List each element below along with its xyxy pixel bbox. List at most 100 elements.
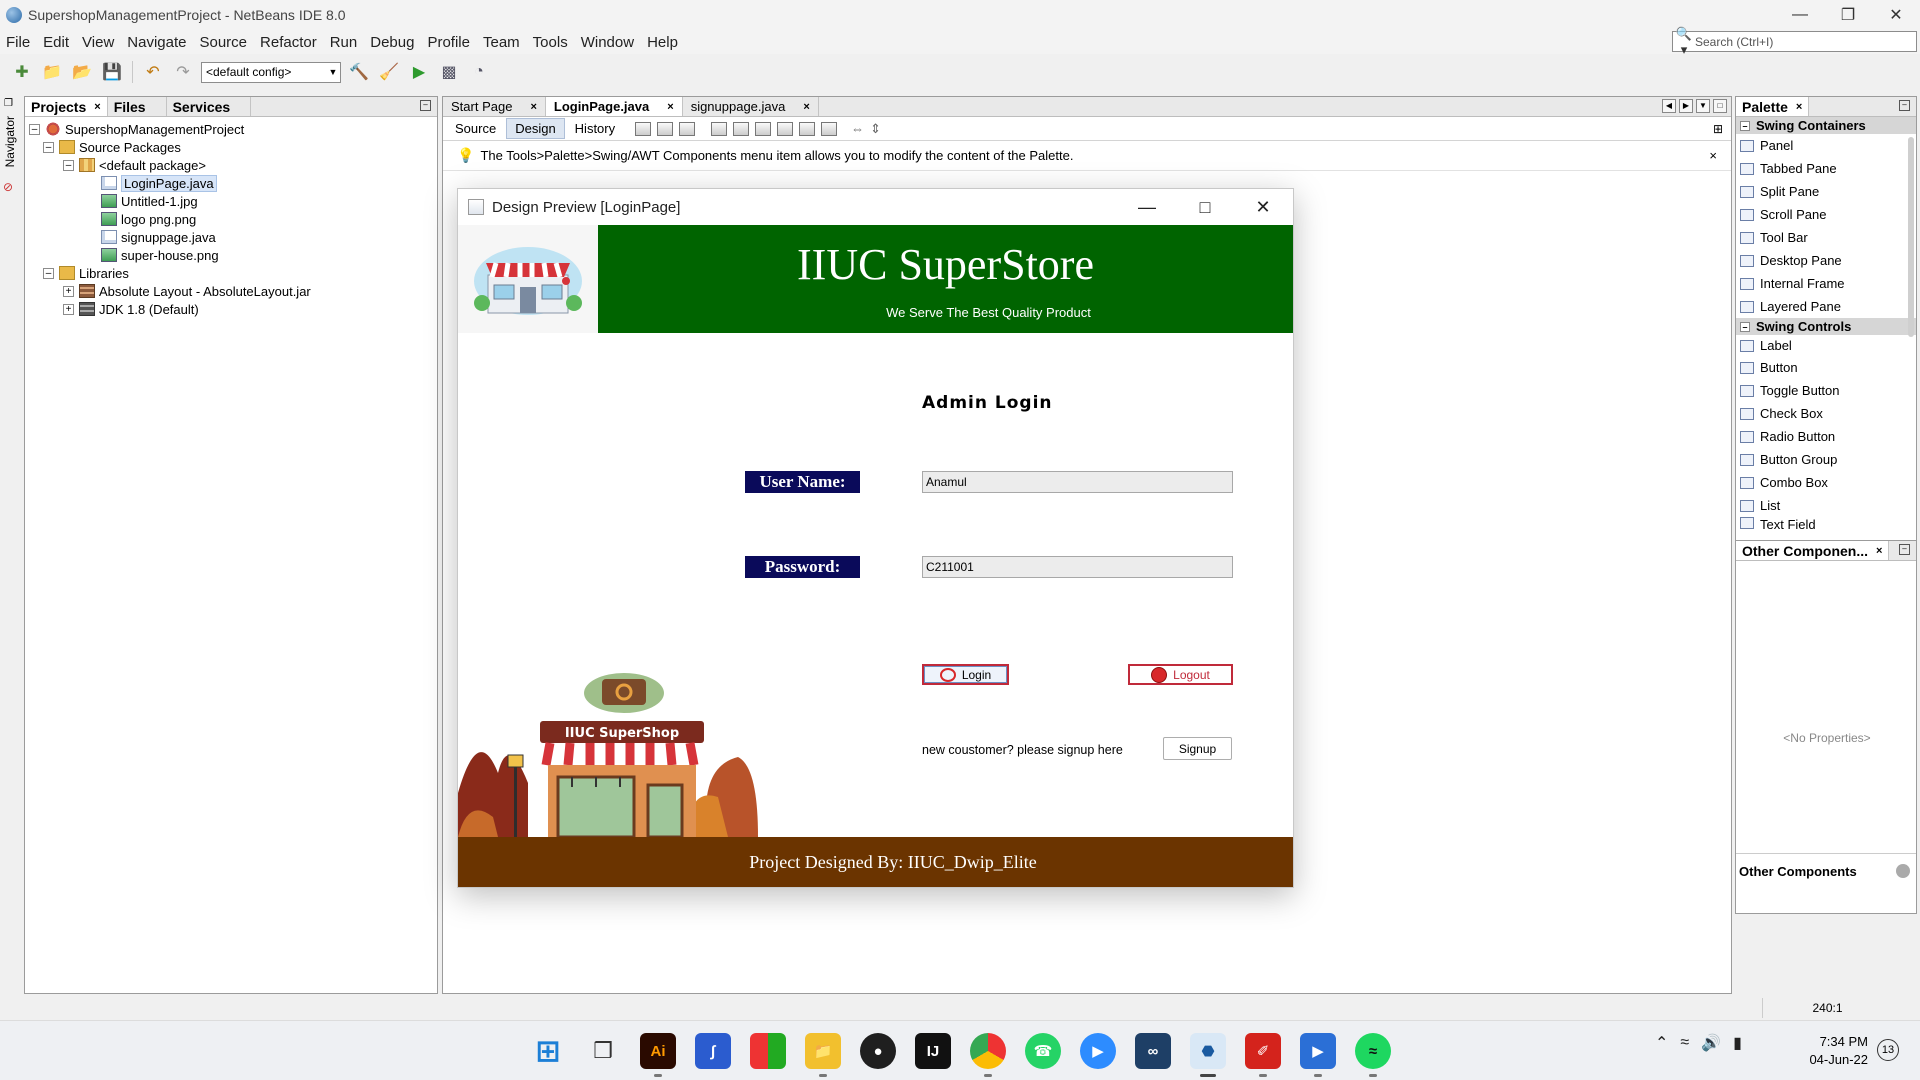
new-project-icon[interactable]: 📁 — [40, 60, 64, 84]
tree-node-untitled[interactable]: Untitled-1.jpg — [25, 192, 437, 210]
tab-history[interactable]: History — [567, 119, 623, 138]
palette-item-combo-box[interactable]: Combo Box — [1736, 471, 1916, 494]
center-vertically-icon[interactable] — [821, 121, 838, 136]
file-explorer-icon[interactable]: 📁 — [805, 1033, 841, 1077]
menu-navigate[interactable]: Navigate — [121, 34, 193, 51]
wifi-icon[interactable]: ≈ — [1680, 1034, 1689, 1052]
preview-design-icon[interactable] — [679, 121, 696, 136]
tree-node-loginpage[interactable]: LoginPage.java — [25, 174, 437, 192]
show-documents-icon[interactable]: ▼ — [1696, 99, 1710, 113]
connection-mode-icon[interactable] — [657, 121, 674, 136]
palette-item-label[interactable]: Label — [1736, 335, 1916, 356]
palette-item-tool-bar[interactable]: Tool Bar — [1736, 226, 1916, 249]
collapse-icon[interactable]: – — [63, 159, 74, 171]
tree-node-source-packages[interactable]: – Source Packages — [25, 138, 437, 156]
palette-item-split-pane[interactable]: Split Pane — [1736, 180, 1916, 203]
close-icon[interactable]: × — [94, 101, 100, 113]
collapse-icon[interactable]: – — [1740, 321, 1750, 332]
menu-profile[interactable]: Profile — [421, 34, 477, 51]
debug-icon[interactable]: ▩ — [437, 60, 461, 84]
menu-file[interactable]: File — [0, 34, 37, 51]
tab-files[interactable]: Files — [108, 97, 167, 116]
menu-view[interactable]: View — [76, 34, 121, 51]
password-field[interactable]: C211001 — [922, 556, 1233, 578]
palette-item-layered-pane[interactable]: Layered Pane — [1736, 295, 1916, 318]
spotify-icon[interactable]: ≈ — [1355, 1033, 1391, 1077]
signup-button[interactable]: Signup — [1163, 737, 1232, 760]
close-icon[interactable]: × — [1796, 101, 1802, 113]
scroll-right-icon[interactable]: ▶ — [1679, 99, 1693, 113]
palette-item-check-box[interactable]: Check Box — [1736, 402, 1916, 425]
new-file-icon[interactable]: ✚ — [10, 60, 34, 84]
palette-category-controls[interactable]: – Swing Controls — [1736, 318, 1916, 335]
redo-icon[interactable]: ↷ — [171, 60, 195, 84]
close-icon[interactable]: × — [1709, 148, 1717, 163]
tab-start-page[interactable]: Start Page × — [443, 97, 546, 116]
palette-item-button-group[interactable]: Button Group — [1736, 448, 1916, 471]
undo-icon[interactable]: ↶ — [141, 60, 165, 84]
menu-tools[interactable]: Tools — [527, 34, 575, 51]
restore-button[interactable]: ❐ — [1824, 0, 1872, 30]
palette-item-panel[interactable]: Panel — [1736, 134, 1916, 157]
notification-badge[interactable]: 13 — [1877, 1039, 1899, 1061]
tab-projects[interactable]: Projects × — [25, 97, 108, 116]
collapse-icon[interactable]: – — [1740, 120, 1750, 131]
palette-category-containers[interactable]: – Swing Containers — [1736, 117, 1916, 134]
tree-node-project[interactable]: – SupershopManagementProject — [25, 120, 437, 138]
clean-build-icon[interactable]: 🧹 — [377, 60, 401, 84]
palette-item-button[interactable]: Button — [1736, 356, 1916, 379]
tree-node-logo[interactable]: logo png.png — [25, 210, 437, 228]
open-project-icon[interactable]: 📂 — [70, 60, 94, 84]
expand-icon[interactable]: + — [63, 285, 74, 297]
palette-item-scroll-pane[interactable]: Scroll Pane — [1736, 203, 1916, 226]
windows-start-icon[interactable]: ⊞ — [530, 1033, 566, 1069]
tree-node-signuppage[interactable]: signuppage.java — [25, 228, 437, 246]
chevron-up-icon[interactable]: ⌃ — [1655, 1033, 1668, 1053]
tab-services[interactable]: Services — [167, 97, 252, 116]
task-view-icon[interactable]: ❒ — [585, 1033, 621, 1069]
align-top-icon[interactable] — [777, 121, 794, 136]
collapse-icon[interactable]: – — [43, 267, 54, 279]
battery-icon[interactable]: ▮ — [1733, 1033, 1742, 1053]
close-button[interactable]: ✕ — [1872, 0, 1920, 30]
palette-item-tabbed-pane[interactable]: Tabbed Pane — [1736, 157, 1916, 180]
tab-signuppage[interactable]: signuppage.java × — [682, 97, 819, 116]
save-all-icon[interactable]: 💾 — [100, 60, 124, 84]
maximize-design-icon[interactable]: ⊞ — [1713, 122, 1723, 136]
login-button[interactable]: Login — [922, 664, 1009, 685]
menu-debug[interactable]: Debug — [364, 34, 421, 51]
close-icon[interactable]: × — [803, 101, 809, 113]
obs-icon[interactable]: ● — [860, 1033, 896, 1069]
palette-item-radio-button[interactable]: Radio Button — [1736, 425, 1916, 448]
palette-item-toggle-button[interactable]: Toggle Button — [1736, 379, 1916, 402]
search-input[interactable]: 🔍▾ Search (Ctrl+I) — [1672, 26, 1917, 57]
minimize-panel-icon[interactable]: – — [1899, 100, 1910, 111]
palette-scrollbar[interactable] — [1908, 137, 1914, 337]
preview-minimize-button[interactable]: — — [1118, 189, 1176, 225]
minimize-panel-icon[interactable]: – — [420, 100, 431, 111]
preview-maximize-button[interactable]: □ — [1176, 189, 1234, 225]
profile-icon[interactable]: ◔ — [467, 60, 491, 84]
minimize-panel-icon[interactable]: – — [1899, 544, 1910, 555]
tree-node-super-house[interactable]: super-house.png — [25, 246, 437, 264]
office-icon[interactable] — [750, 1033, 786, 1069]
tree-node-libraries[interactable]: – Libraries — [25, 264, 437, 282]
whatsapp-icon[interactable]: ☎ — [1025, 1033, 1061, 1069]
visual-studio-icon[interactable]: ∞ — [1135, 1033, 1171, 1069]
run-icon[interactable]: ▶ — [407, 60, 431, 84]
palette-item-list[interactable]: List — [1736, 494, 1916, 517]
tasks-icon[interactable]: ⊘ — [3, 180, 13, 194]
tab-palette[interactable]: Palette × — [1736, 97, 1810, 116]
menu-source[interactable]: Source — [193, 34, 254, 51]
media-player-icon[interactable]: ▶ — [1300, 1033, 1336, 1077]
tab-other-components[interactable]: Other Componen... × — [1736, 541, 1890, 560]
maximize-icon[interactable]: □ — [1713, 99, 1727, 113]
palette-item-desktop-pane[interactable]: Desktop Pane — [1736, 249, 1916, 272]
tab-design[interactable]: Design — [506, 118, 565, 139]
netbeans-taskbar-icon[interactable]: ⬣ — [1190, 1033, 1226, 1077]
chrome-icon[interactable] — [970, 1033, 1006, 1077]
intellij-icon[interactable]: IJ — [915, 1033, 951, 1069]
palette-item-text-field[interactable]: Text Field — [1736, 517, 1916, 529]
close-icon[interactable]: × — [667, 101, 673, 113]
config-select[interactable]: <default config> ▼ — [201, 61, 341, 83]
